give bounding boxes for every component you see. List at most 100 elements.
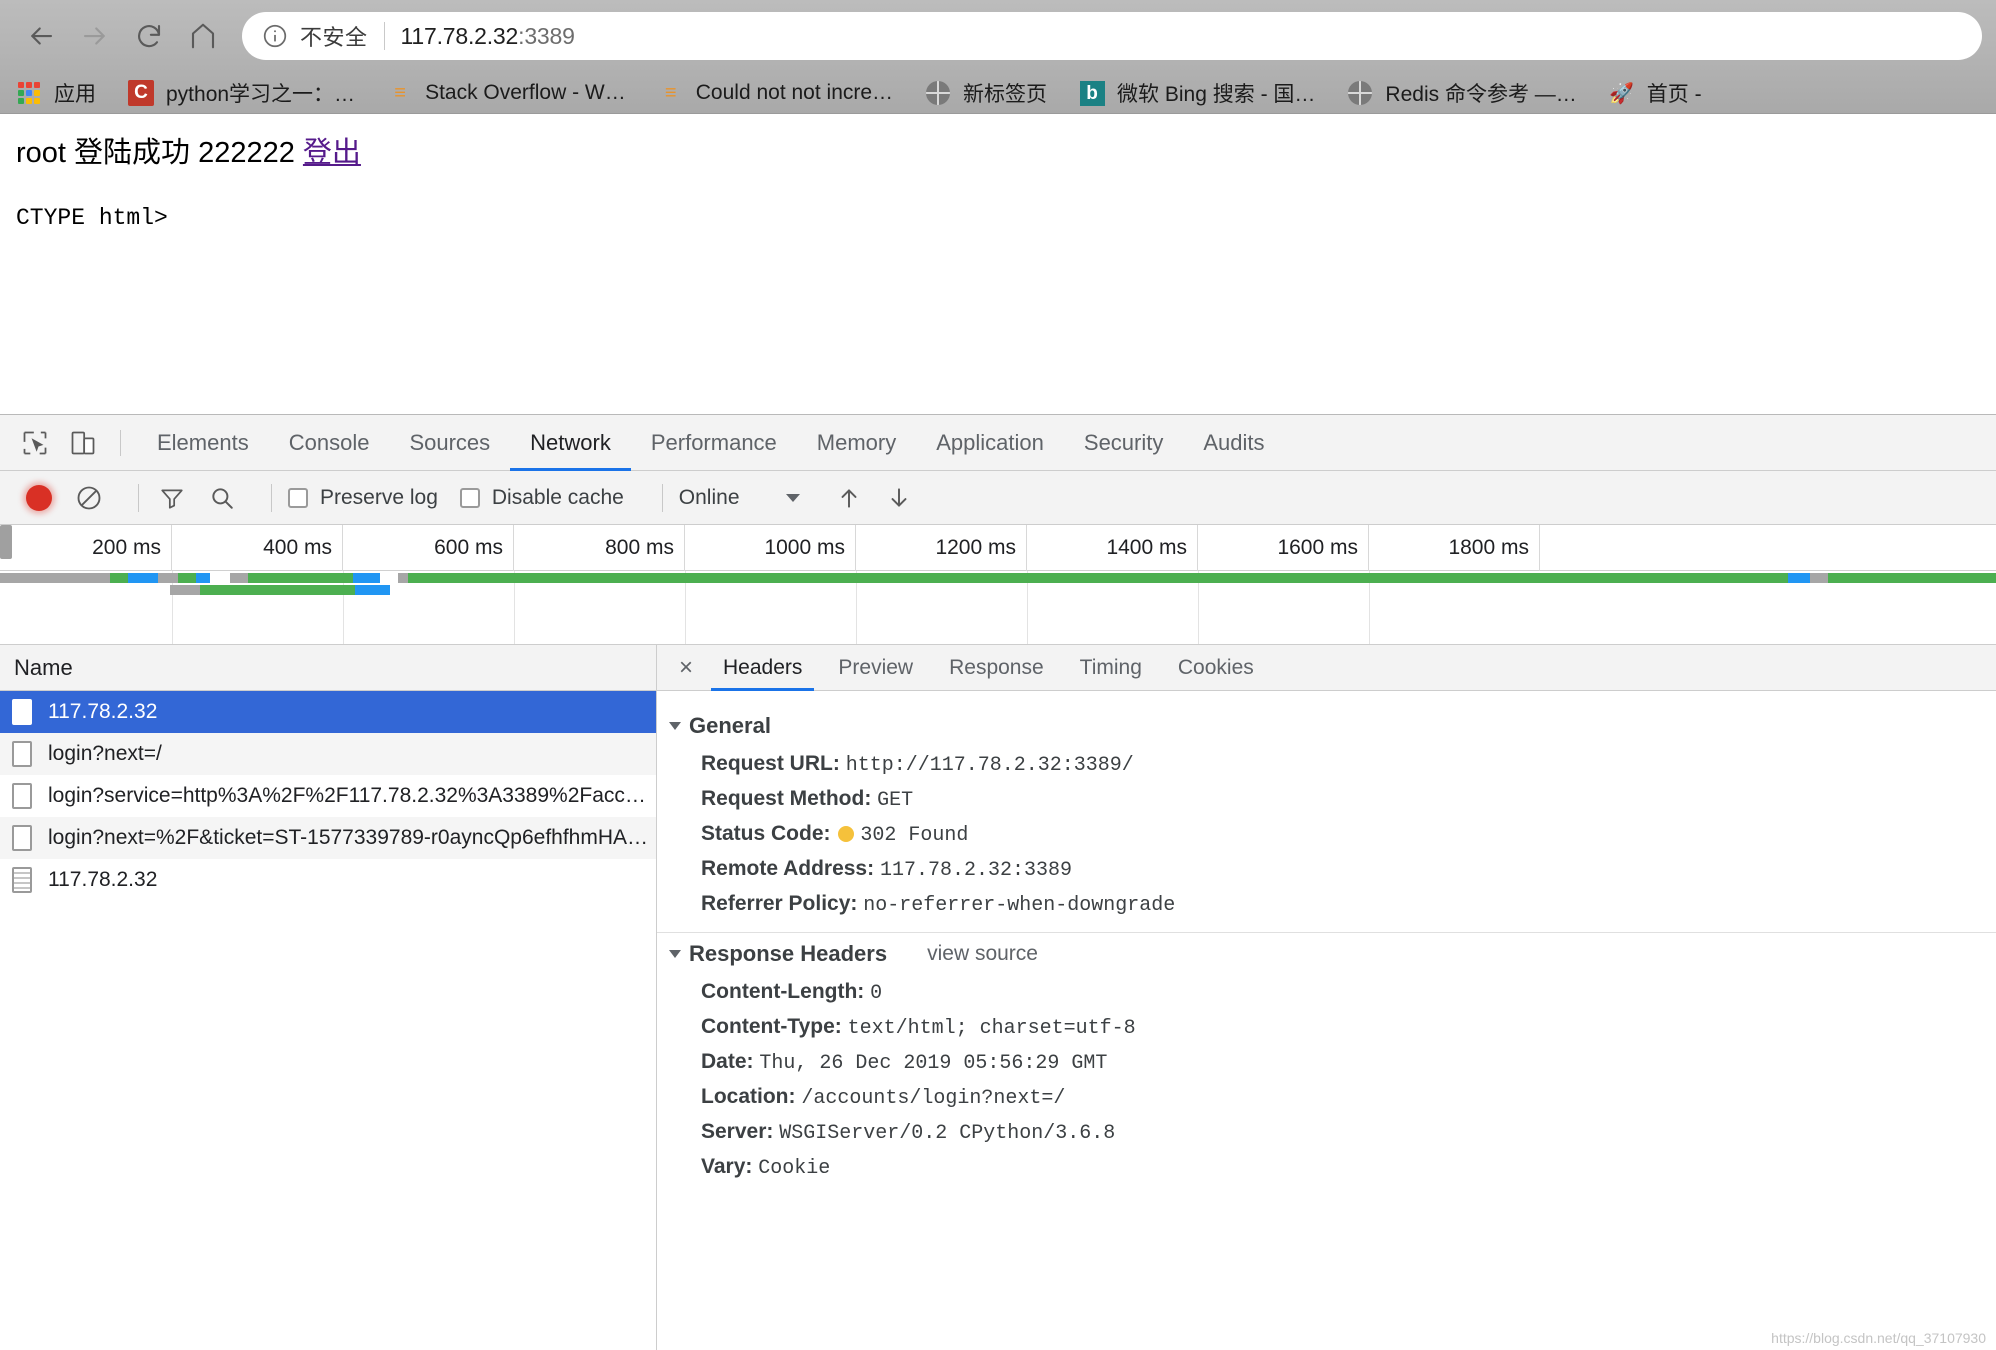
table-row[interactable]: login?next=/ [0, 733, 656, 775]
header-key: Vary: [701, 1155, 759, 1178]
table-row[interactable]: 117.78.2.32 [0, 691, 656, 733]
address-bar-url[interactable]: 117.78.2.32:3389 [401, 23, 575, 50]
document-icon [12, 782, 32, 809]
security-status-label: 不安全 [300, 25, 368, 50]
disable-cache-checkbox[interactable]: Disable cache [459, 485, 624, 510]
network-overview-timeline[interactable]: 200 ms 400 ms 600 ms 800 ms 1000 ms 1200… [0, 525, 1996, 645]
bookmarks-bar: 应用 C python学习之一：… ≡ Stack Overflow - W… … [0, 72, 1996, 114]
header-key: Remote Address: [701, 857, 880, 880]
forward-button[interactable] [68, 9, 122, 63]
overview-scroll-handle[interactable] [0, 525, 12, 559]
tab-performance[interactable]: Performance [631, 415, 797, 471]
page-viewport: root 登陆成功 222222 登出 CTYPE html> [0, 114, 1996, 414]
response-headers-section-header[interactable]: Response Headers view source [657, 933, 1996, 975]
timeline-tick: 1000 ms [685, 525, 856, 571]
bookmark-redis-doc[interactable]: Redis 命令参考 —… [1347, 78, 1577, 108]
info-circle-icon[interactable] [262, 23, 288, 49]
back-button[interactable] [14, 9, 68, 63]
bookmark-stack-overflow[interactable]: ≡ Stack Overflow - W… [387, 80, 626, 106]
overview-bar-row [0, 585, 1996, 595]
header-value: no-referrer-when-downgrade [863, 894, 1176, 917]
toolbar-divider [271, 483, 272, 512]
bookmark-label: 微软 Bing 搜索 - 国… [1117, 83, 1316, 106]
bookmark-label: 新标签页 [963, 83, 1048, 106]
header-row: Content-Type: text/html; charset=utf-8 [657, 1010, 1996, 1045]
tab-network[interactable]: Network [510, 415, 631, 471]
tab-elements[interactable]: Elements [137, 415, 269, 471]
header-value: GET [877, 789, 914, 812]
status-badge [838, 826, 855, 842]
clear-icon[interactable] [72, 481, 106, 515]
timeline-segment [196, 573, 210, 583]
table-row[interactable]: 117.78.2.32 [0, 859, 656, 901]
header-value: 0 [870, 982, 883, 1005]
timeline-segment [355, 585, 390, 595]
request-name: login?service=http%3A%2F%2F117.78.2.32%3… [48, 783, 656, 807]
inspect-element-icon[interactable] [14, 422, 56, 464]
detail-tabbar: × Headers Preview Response Timing Cookie… [657, 645, 1996, 691]
tab-audits[interactable]: Audits [1183, 415, 1284, 471]
network-body: Name 117.78.2.32 login?next=/ login?servic… [0, 645, 1996, 1350]
preserve-log-checkbox[interactable]: Preserve log [288, 486, 438, 510]
tab-application[interactable]: Application [916, 415, 1064, 471]
apps-grid-icon [16, 80, 42, 106]
device-toolbar-icon[interactable] [62, 422, 104, 464]
search-icon[interactable] [205, 481, 239, 515]
network-toolbar: Preserve log Disable cache Online [0, 471, 1996, 525]
header-row: Request URL: http://117.78.2.32:3389/ [657, 747, 1996, 782]
request-name: login?next=/ [48, 741, 162, 765]
checkbox-box [288, 487, 308, 508]
disable-cache-label: Disable cache [491, 485, 624, 509]
tab-console[interactable]: Console [269, 415, 390, 471]
download-icon[interactable] [882, 481, 916, 515]
record-button[interactable] [26, 484, 52, 511]
bookmark-new-tab[interactable]: 新标签页 [925, 78, 1047, 108]
header-key: Location: [701, 1085, 802, 1108]
home-button[interactable] [176, 9, 230, 63]
header-value: /accounts/login?next=/ [801, 1087, 1066, 1110]
tab-security[interactable]: Security [1064, 415, 1183, 471]
bookmark-could-not-increment[interactable]: ≡ Could not not incre… [658, 80, 893, 106]
globe-icon [925, 80, 951, 106]
toolbar-divider [120, 429, 121, 456]
stackoverflow-icon: ≡ [664, 81, 677, 104]
logout-link[interactable]: 登出 [303, 137, 361, 169]
tab-cookies[interactable]: Cookies [1160, 645, 1272, 691]
tab-preview[interactable]: Preview [820, 645, 931, 691]
reload-button[interactable] [122, 9, 176, 63]
request-name: 117.78.2.32 [48, 699, 158, 723]
header-value: 117.78.2.32:3389 [879, 859, 1072, 882]
header-key: Date: [701, 1050, 760, 1073]
request-list-column-header[interactable]: Name [0, 645, 656, 691]
tab-response[interactable]: Response [931, 645, 1062, 691]
request-rows: 117.78.2.32 login?next=/ login?service=htt… [0, 691, 656, 901]
tab-memory[interactable]: Memory [797, 415, 916, 471]
bookmark-bing[interactable]: b 微软 Bing 搜索 - 国… [1079, 78, 1315, 108]
tab-timing[interactable]: Timing [1062, 645, 1160, 691]
timeline-segment [353, 573, 380, 583]
timeline-segment [110, 573, 128, 583]
general-section-header[interactable]: General [657, 705, 1996, 747]
devtools-panel: Elements Console Sources Network Perform… [0, 414, 1996, 1350]
response-header-rows: Content-Length: 0 Content-Type: text/html… [657, 975, 1996, 1185]
throttling-dropdown[interactable]: Online [679, 486, 800, 510]
close-icon[interactable]: × [667, 649, 705, 687]
header-row: Server: WSGIServer/0.2 CPython/3.6.8 [657, 1115, 1996, 1150]
bookmark-homepage[interactable]: 🚀 首页 - [1609, 78, 1701, 108]
header-row: Request Method: GET [657, 782, 1996, 817]
table-row[interactable]: login?service=http%3A%2F%2F117.78.2.32%3… [0, 775, 656, 817]
rocket-icon: 🚀 [1609, 82, 1635, 105]
toolbar-divider [661, 483, 663, 512]
bookmark-apps[interactable]: 应用 [16, 78, 96, 108]
url-port: :3389 [518, 22, 575, 49]
filter-icon[interactable] [155, 481, 189, 515]
address-bar[interactable]: 不安全 117.78.2.32:3389 [242, 12, 1982, 60]
tab-headers[interactable]: Headers [705, 645, 820, 691]
upload-icon[interactable] [832, 481, 866, 515]
table-row[interactable]: login?next=%2F&ticket=ST-1577339789-r0ay… [0, 817, 656, 859]
bookmark-python-study[interactable]: C python学习之一：… [128, 78, 355, 108]
timeline-segment [408, 573, 1788, 583]
bookmark-label: python学习之一：… [166, 83, 356, 106]
view-source-link[interactable]: view source [927, 942, 1038, 966]
tab-sources[interactable]: Sources [389, 415, 510, 471]
